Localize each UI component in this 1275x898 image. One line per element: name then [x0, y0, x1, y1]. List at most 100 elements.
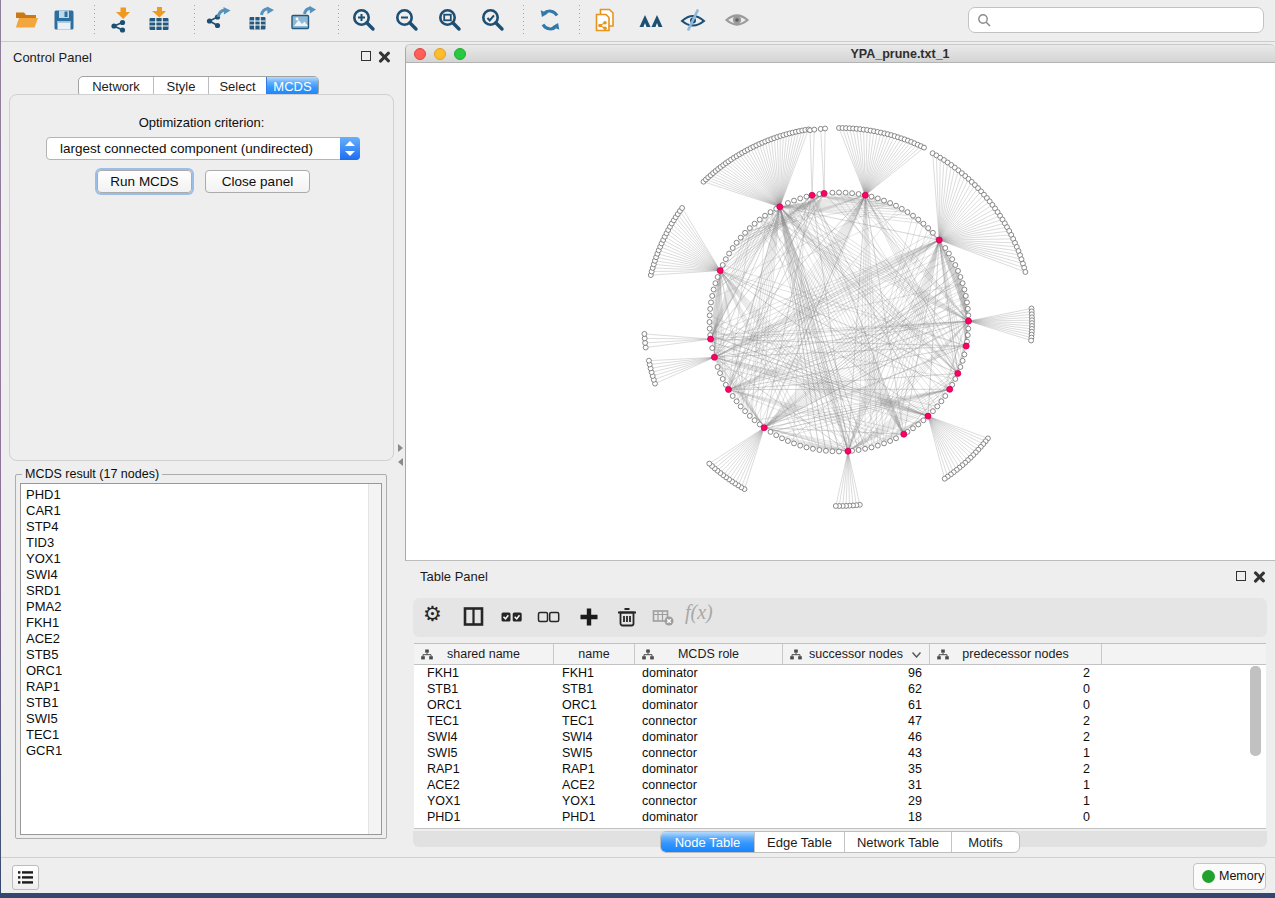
cell-mcds_role: dominator — [642, 665, 698, 681]
mcds-result-item[interactable]: PMA2 — [21, 599, 361, 615]
mcds-result-item[interactable]: TID3 — [21, 535, 361, 551]
splitter-expand-icon[interactable] — [398, 444, 403, 452]
mcds-result-list[interactable]: PHD1CAR1STP4TID3YOX1SWI4SRD1PMA2FKH1ACE2… — [20, 483, 382, 835]
close-panel-button[interactable]: Close panel — [205, 170, 310, 193]
tab-network-table[interactable]: Network Table — [844, 832, 951, 852]
cell-shared_name: SWI5 — [427, 745, 458, 761]
cell-name: PHD1 — [562, 809, 595, 825]
mcds-result-item[interactable]: SWI5 — [21, 711, 361, 727]
mcds-result-item[interactable]: CAR1 — [21, 503, 361, 519]
mcds-result-item[interactable]: SWI4 — [21, 567, 361, 583]
table-row[interactable]: SWI5SWI5connector431 — [414, 745, 1266, 761]
settings-gear-icon[interactable]: ⚙ — [423, 602, 451, 630]
network-window-titlebar[interactable]: YPA_prune.txt_1 — [406, 44, 1275, 63]
window-close-icon[interactable] — [414, 48, 426, 60]
table-row[interactable]: ORC1ORC1dominator610 — [414, 697, 1266, 713]
table-row[interactable]: ACE2ACE2connector311 — [414, 777, 1266, 793]
open-file-icon[interactable] — [13, 6, 41, 34]
cell-name: ACE2 — [562, 777, 595, 793]
tab-edge-table[interactable]: Edge Table — [754, 832, 844, 852]
cell-shared_name: YOX1 — [427, 793, 460, 809]
table-row[interactable]: TEC1TEC1connector472 — [414, 713, 1266, 729]
hide-selected-icon[interactable] — [679, 6, 707, 34]
cell-predecessor_nodes: 2 — [1030, 761, 1090, 777]
mcds-result-item[interactable]: FKH1 — [21, 615, 361, 631]
table-row[interactable]: PHD1PHD1dominator180 — [414, 809, 1266, 825]
status-menu-button[interactable] — [12, 865, 39, 890]
cell-predecessor_nodes: 2 — [1030, 665, 1090, 681]
mcds-result-item[interactable]: PHD1 — [21, 487, 361, 503]
criterion-select[interactable]: largest connected component (undirected) — [46, 137, 360, 160]
table-row[interactable]: STB1STB1dominator620 — [414, 681, 1266, 697]
table-row[interactable]: RAP1RAP1dominator352 — [414, 761, 1266, 777]
mcds-result-item[interactable]: TEC1 — [21, 727, 361, 743]
cell-successor_nodes: 61 — [862, 697, 922, 713]
cell-predecessor_nodes: 0 — [1030, 681, 1090, 697]
tab-motifs[interactable]: Motifs — [951, 832, 1019, 852]
first-neighbors-icon[interactable] — [637, 6, 665, 34]
mcds-result-item[interactable]: SRD1 — [21, 583, 361, 599]
cell-name: FKH1 — [562, 665, 594, 681]
close-panel-icon[interactable] — [378, 51, 390, 63]
table-row[interactable]: YOX1YOX1connector291 — [414, 793, 1266, 809]
tab-node-table[interactable]: Node Table — [661, 832, 754, 852]
mcds-result-item[interactable]: GCR1 — [21, 743, 361, 759]
select-all-icon[interactable] — [498, 603, 526, 631]
column-header-name[interactable]: name — [554, 644, 635, 664]
show-all-icon[interactable] — [723, 6, 751, 34]
table-float-panel-icon[interactable] — [1236, 571, 1246, 581]
network-canvas[interactable] — [406, 63, 1275, 560]
mcds-result-item[interactable]: ACE2 — [21, 631, 361, 647]
column-header-MCDS-role[interactable]: MCDS role — [635, 644, 783, 664]
function-builder-icon[interactable]: f(x) — [685, 601, 725, 629]
show-columns-icon[interactable] — [460, 603, 488, 631]
run-mcds-button[interactable]: Run MCDS — [97, 170, 192, 193]
delete-column-icon[interactable] — [613, 603, 641, 631]
zoom-fit-icon[interactable] — [436, 6, 464, 34]
mcds-result-item[interactable]: STB5 — [21, 647, 361, 663]
cell-mcds_role: connector — [642, 793, 697, 809]
memory-button[interactable]: Memory — [1193, 863, 1266, 890]
column-header-predecessor-nodes[interactable]: predecessor nodes — [930, 644, 1102, 664]
cell-predecessor_nodes: 1 — [1030, 745, 1090, 761]
export-table-icon[interactable] — [246, 6, 274, 34]
deselect-all-icon[interactable] — [535, 603, 563, 631]
cell-shared_name: ORC1 — [427, 697, 462, 713]
export-image-icon[interactable] — [288, 6, 316, 34]
table-row[interactable]: FKH1FKH1dominator962 — [414, 665, 1266, 681]
cell-mcds_role: dominator — [642, 761, 698, 777]
save-session-icon[interactable] — [50, 6, 78, 34]
zoom-in-icon[interactable] — [350, 6, 378, 34]
share-document-icon[interactable] — [591, 6, 619, 34]
import-table-icon[interactable] — [145, 6, 173, 34]
column-header-shared-name[interactable]: shared name — [414, 644, 554, 664]
mcds-result-item[interactable]: RAP1 — [21, 679, 361, 695]
float-panel-icon[interactable] — [361, 51, 371, 61]
delete-table-icon[interactable] — [649, 603, 677, 631]
column-header-successor-nodes[interactable]: successor nodes — [783, 644, 930, 664]
refresh-icon[interactable] — [536, 6, 564, 34]
splitter-collapse-icon[interactable] — [398, 458, 403, 466]
mcds-result-item[interactable]: YOX1 — [21, 551, 361, 567]
mcds-result-item[interactable]: STP4 — [21, 519, 361, 535]
table-scrollbar-thumb[interactable] — [1250, 666, 1261, 756]
zoom-out-icon[interactable] — [393, 6, 421, 34]
table-close-panel-icon[interactable] — [1253, 571, 1265, 583]
mcds-result-label: MCDS result (17 nodes) — [22, 467, 162, 481]
import-network-icon[interactable] — [108, 6, 136, 34]
add-column-icon[interactable] — [575, 603, 603, 631]
criterion-select-value: largest connected component (undirected) — [60, 141, 313, 156]
mcds-result-item[interactable]: STB1 — [21, 695, 361, 711]
mcds-list-scrollbar[interactable] — [368, 484, 381, 834]
select-stepper-icon — [340, 137, 360, 160]
mcds-result-item[interactable]: ORC1 — [21, 663, 361, 679]
window-zoom-icon[interactable] — [454, 48, 466, 60]
zoom-selected-icon[interactable] — [479, 6, 507, 34]
search-input[interactable] — [968, 7, 1264, 33]
cell-mcds_role: connector — [642, 745, 697, 761]
window-minimize-icon[interactable] — [434, 48, 446, 60]
export-network-icon[interactable] — [204, 6, 232, 34]
cell-shared_name: TEC1 — [427, 713, 459, 729]
table-row[interactable]: SWI4SWI4dominator462 — [414, 729, 1266, 745]
node-table: shared namenameMCDS rolesuccessor nodesp… — [414, 643, 1266, 829]
